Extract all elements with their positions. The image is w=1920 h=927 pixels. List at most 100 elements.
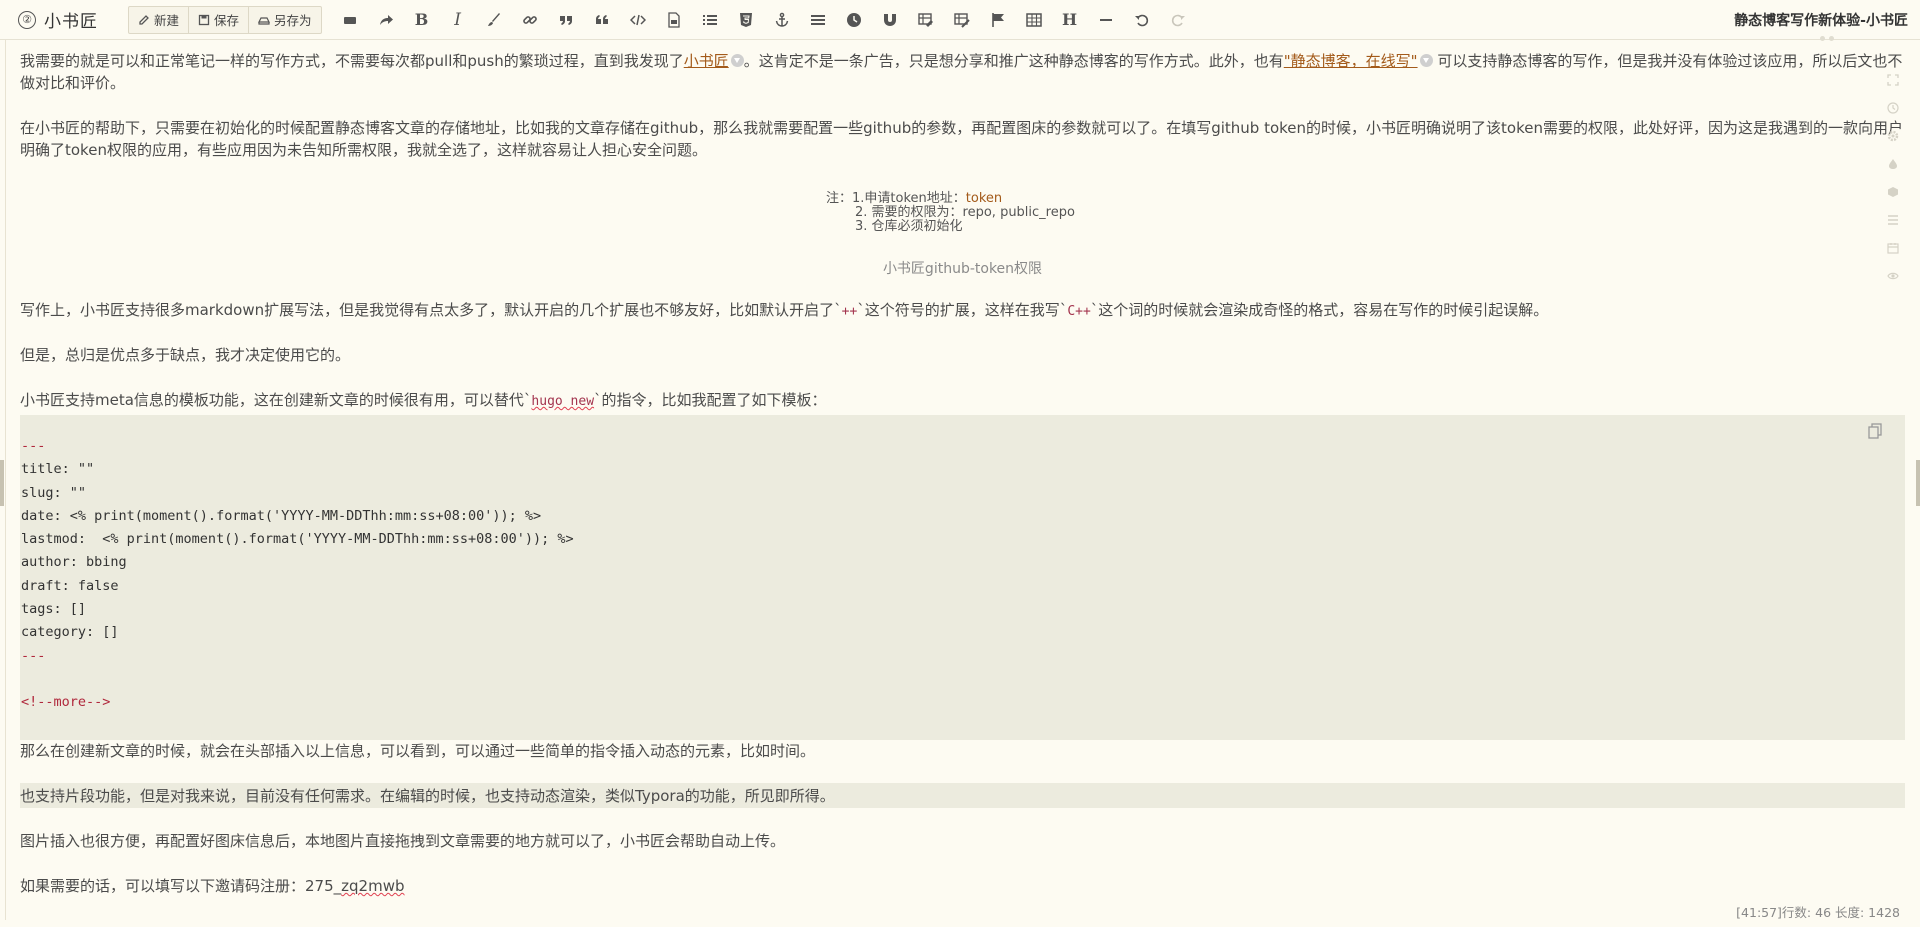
table-edit-button[interactable]	[908, 4, 944, 36]
code-button[interactable]	[620, 4, 656, 36]
paragraph-6: 那么在创建新文章的时候，就会在头部插入以上信息，可以看到，可以通过一些简单的指令…	[20, 742, 816, 760]
link-button[interactable]	[512, 4, 548, 36]
inline-code-cpp: C++	[1067, 304, 1091, 319]
side-icon-column	[1886, 70, 1900, 286]
inline-code-hugo-new: hugo new	[531, 394, 595, 409]
code-line: tags: []	[21, 601, 87, 618]
side-cube[interactable]	[1886, 182, 1900, 202]
side-calendar[interactable]	[1886, 238, 1900, 258]
paragraph-5-text-b: `的指令，比如我配置了如下模板：	[594, 391, 827, 409]
paragraph-9-text: 如果需要的话，可以填写以下邀请码注册：275_	[20, 877, 342, 895]
code-line: date: <% print(moment().format('YYYY-MM-…	[21, 507, 542, 524]
drop-icon	[1889, 159, 1897, 169]
italic-button[interactable]: I	[440, 4, 476, 36]
paragraph-7: 也支持片段功能，但是对我来说，目前没有任何需求。在编辑的时候，也支持动态渲染，类…	[20, 787, 835, 805]
save-button[interactable]: 保存	[189, 6, 250, 33]
note-token-link[interactable]: token	[966, 191, 1002, 206]
new-doc-icon	[139, 14, 149, 25]
clock-button[interactable]	[836, 4, 872, 36]
link-preview-icon[interactable]	[730, 54, 744, 67]
file-button[interactable]	[656, 4, 692, 36]
app-logo[interactable]: ② 小书匠	[0, 7, 128, 32]
code-line: category: []	[21, 624, 119, 641]
left-resize-handle[interactable]	[0, 460, 4, 506]
hr-icon	[1099, 18, 1112, 21]
side-settings[interactable]	[1886, 126, 1900, 146]
side-toc[interactable]	[1886, 210, 1900, 230]
side-fullscreen[interactable]	[1886, 70, 1900, 90]
editor-content[interactable]: 我需要的就是可以和正常笔记一样的写作方式，不需要每次都pull和push的繁琐过…	[20, 40, 1905, 902]
bold-icon: B	[414, 10, 429, 29]
html5-button[interactable]	[728, 4, 764, 36]
italic-icon: I	[454, 9, 461, 30]
right-resize-handle[interactable]	[1916, 460, 1920, 506]
brush-button[interactable]	[476, 4, 512, 36]
side-drop[interactable]	[1886, 154, 1900, 174]
code-line: <!--more-->	[21, 694, 111, 711]
save-as-button[interactable]: 另存为	[249, 7, 321, 33]
link-preview-icon-2[interactable]	[1419, 54, 1433, 67]
image-caption: 小书匠github-token权限	[882, 261, 1043, 277]
paragraph-4: 但是，总归是优点多于缺点，我才决定使用它的。	[20, 346, 351, 364]
link-static-blog[interactable]: "静态博客，在线写"	[1284, 52, 1418, 70]
paragraph-5: 小书匠支持meta信息的模板功能，这在创建新文章的时候很有用，可以替代`hugo…	[20, 389, 1905, 413]
paragraph-1-text-a: 我需要的就是可以和正常笔记一样的写作方式，不需要每次都pull和push的繁琐过…	[20, 52, 684, 70]
new-button[interactable]: 新建	[129, 6, 190, 33]
code-line: slug: ""	[21, 484, 87, 501]
history-icon	[1887, 102, 1899, 114]
paragraph-2: 在小书匠的帮助下，只需要在初始化的时候配置静态博客文章的存储地址，比如我的文章存…	[20, 119, 1903, 159]
anchor-icon	[775, 12, 788, 27]
undo-icon	[1134, 14, 1148, 26]
save-button-label: 保存	[214, 13, 240, 28]
table-tools-button[interactable]	[944, 4, 980, 36]
redo-arrow-icon	[379, 14, 393, 25]
document-title: 静态博客写作新体验-小书匠	[1734, 13, 1908, 29]
calendar-icon	[1887, 243, 1899, 254]
flag-icon	[991, 12, 1004, 27]
invite-code: zq2mwb	[341, 877, 405, 895]
magnet-icon	[883, 13, 896, 26]
toolbar: ② 小书匠 新建 保存 另存为 B I H 静态博客写作新体验-小书匠	[0, 0, 1920, 40]
align-button[interactable]	[800, 4, 836, 36]
heading-button[interactable]: H	[1052, 4, 1088, 36]
paragraph-3-text-b: `这个符号的扩展，这样在我写`	[857, 301, 1068, 319]
table-button[interactable]	[1016, 4, 1052, 36]
note-block: 注：1.申请token地址：token 2. 需要的权限为：repo, publ…	[826, 192, 1075, 234]
quote-button[interactable]	[548, 4, 584, 36]
toc-icon	[1888, 215, 1898, 225]
list-button[interactable]	[692, 4, 728, 36]
paragraph-5-text-a: 小书匠支持meta信息的模板功能，这在创建新文章的时候很有用，可以替代`	[20, 391, 532, 409]
anchor-button[interactable]	[764, 4, 800, 36]
code-line: ---	[21, 438, 46, 454]
clock-icon	[846, 12, 861, 27]
hr-button[interactable]	[1088, 4, 1124, 36]
save-icon	[198, 14, 210, 25]
copy-button[interactable]	[1868, 423, 1882, 439]
code-line: ---	[21, 647, 46, 664]
logo-mark-icon: ②	[18, 10, 36, 29]
cube-icon	[1888, 187, 1898, 197]
magnet-button[interactable]	[872, 4, 908, 36]
paragraph-9: 如果需要的话，可以填写以下邀请码注册：275_zq2mwb	[20, 875, 1905, 897]
heading-icon: H	[1061, 10, 1078, 29]
eraser-button[interactable]	[332, 4, 368, 36]
redo-button[interactable]	[1160, 4, 1196, 36]
copy-icon	[1868, 423, 1882, 439]
note-line-2: 2. 需要的权限为：repo, public_repo	[855, 205, 1075, 220]
note-line-1: 1.申请token地址：	[852, 191, 966, 206]
file-icon	[667, 11, 680, 28]
side-history[interactable]	[1886, 98, 1900, 118]
align-icon	[810, 14, 825, 25]
bold-button[interactable]: B	[404, 4, 440, 36]
code-block[interactable]: --- title: "" slug: "" date: <% print(momen…	[20, 415, 1905, 740]
link-xiaoshujiang[interactable]: 小书匠	[684, 52, 729, 70]
code-line: draft: false	[21, 577, 119, 594]
blockquote-button[interactable]	[584, 4, 620, 36]
undo-button[interactable]	[1124, 4, 1160, 36]
side-preview[interactable]	[1886, 266, 1900, 286]
forward-button[interactable]	[368, 4, 404, 36]
inline-code-plusplus: ++	[841, 304, 858, 319]
note-line-3: 3. 仓库必须初始化	[855, 219, 963, 234]
flag-button[interactable]	[980, 4, 1016, 36]
eraser-icon	[343, 16, 356, 24]
